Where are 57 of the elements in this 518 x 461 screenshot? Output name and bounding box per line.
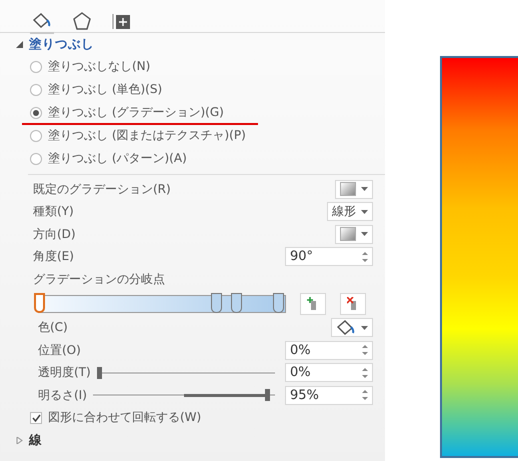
remove-stop-button[interactable] <box>340 292 366 314</box>
spinner-arrows-icon[interactable] <box>362 389 368 402</box>
dropdown-arrow-icon <box>361 187 368 192</box>
gradient-stop-handle[interactable] <box>230 292 242 312</box>
spinner-field[interactable]: 0% <box>285 363 373 382</box>
checkbox-label: 図形に合わせて回転する(W) <box>48 409 202 426</box>
setting-label: 既定のグラデーション(R) <box>33 180 171 198</box>
dropdown[interactable] <box>335 224 373 244</box>
setting-label: 方向(D) <box>33 226 76 243</box>
spinner-field[interactable]: 90° <box>285 247 373 266</box>
spinner-field[interactable]: 0% <box>285 340 373 360</box>
dropdown-arrow-icon <box>361 210 368 214</box>
radio-button[interactable] <box>30 130 42 142</box>
remove-stop-icon <box>347 296 359 310</box>
setting-label: 位置(O) <box>38 342 81 359</box>
dropdown[interactable]: 線形 <box>327 202 373 222</box>
radio-label: 塗りつぶし (パターン)(A) <box>48 150 187 167</box>
radio-label: 塗りつぶし (図またはテクスチャ)(P) <box>48 127 246 144</box>
spinner-arrows-icon[interactable] <box>362 344 368 356</box>
collapse-triangle-icon[interactable] <box>16 40 23 48</box>
paint-bucket-icon <box>336 318 356 337</box>
gradient-stop-handle[interactable] <box>211 292 222 312</box>
radio-button[interactable] <box>30 152 42 164</box>
radio-label: 塗りつぶし (グラデーション)(G) <box>48 104 224 121</box>
paint-bucket-icon <box>32 12 52 30</box>
dropdown-arrow-icon <box>361 232 368 236</box>
gradient-stop-handle[interactable] <box>272 292 284 312</box>
size-position-icon <box>112 12 132 30</box>
slider-thumb[interactable] <box>265 389 270 402</box>
setting-label: 色(C) <box>38 319 68 336</box>
dropdown-arrow-icon <box>361 326 368 330</box>
color-dropdown[interactable] <box>331 318 373 338</box>
slider-thumb[interactable] <box>97 366 102 379</box>
expand-triangle-icon[interactable] <box>16 436 23 444</box>
pentagon-icon <box>72 12 92 30</box>
gradient-stop-handle[interactable] <box>34 292 45 312</box>
gradient-swatch-icon <box>340 227 356 242</box>
section-header[interactable]: 線 <box>29 432 42 448</box>
setting-label: 種類(Y) <box>33 203 74 220</box>
spinner-arrows-icon[interactable] <box>362 250 368 263</box>
add-stop-button[interactable] <box>300 292 326 314</box>
setting-label: グラデーションの分岐点 <box>33 270 165 288</box>
setting-label: 透明度(T) <box>38 364 91 382</box>
setting-label: 明るさ(I) <box>38 386 87 404</box>
gradient-swatch-icon <box>340 182 356 196</box>
spinner-arrows-icon[interactable] <box>362 366 368 379</box>
add-stop-icon <box>307 296 319 310</box>
radio-button[interactable] <box>30 106 42 118</box>
dropdown[interactable] <box>335 180 373 199</box>
radio-label: 塗りつぶし (単色)(S) <box>48 81 162 98</box>
radio-button[interactable] <box>30 60 42 72</box>
spinner-field[interactable]: 95% <box>285 386 373 405</box>
radio-button[interactable] <box>30 84 42 96</box>
setting-label: 角度(E) <box>33 248 74 266</box>
checkbox[interactable] <box>30 412 42 424</box>
radio-label: 塗りつぶしなし(N) <box>48 58 150 75</box>
section-header[interactable]: 塗りつぶし <box>29 36 94 52</box>
